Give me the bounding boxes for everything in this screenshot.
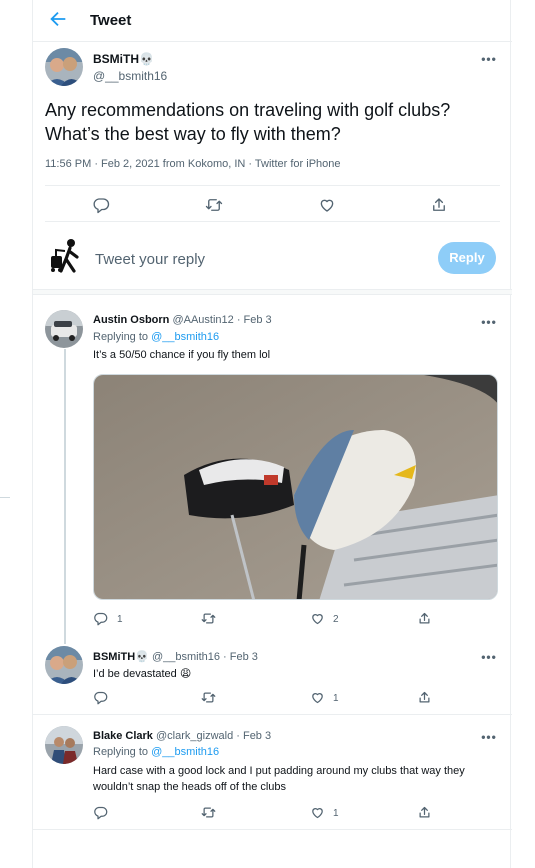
reply-icon[interactable] [93,805,108,820]
replying-to: Replying to @__bsmith16 [93,746,219,758]
more-options-icon[interactable]: ••• [479,731,499,747]
avatar[interactable] [45,48,83,86]
divider [45,185,500,186]
like-count: 2 [333,614,339,625]
share-icon[interactable] [417,690,432,705]
share-icon[interactable] [417,611,432,626]
like-icon[interactable] [310,805,325,820]
top-bar: Tweet [33,0,512,42]
more-options-icon[interactable]: ••• [479,53,499,69]
section-divider [33,289,512,295]
like-count: 1 [333,693,339,704]
avatar[interactable] [45,310,83,348]
replying-to-label: Replying to [93,746,149,758]
share-icon[interactable] [417,805,432,820]
mention-link[interactable]: @__bsmith16 [151,746,219,758]
replying-to: Replying to @__bsmith16 [93,331,219,343]
page-title: Tweet [90,12,132,29]
reply-count: 1 [117,614,123,625]
reply-icon[interactable] [92,196,110,214]
reply-handle-date: @AAustin12 · Feb 3 [172,314,272,326]
reply-author[interactable]: Austin Osborn @AAustin12 · Feb 3 [93,314,272,326]
more-options-icon[interactable]: ••• [479,316,499,332]
avatar[interactable] [45,726,83,764]
reply-author-name: Austin Osborn [93,314,170,326]
reply-text: I’d be devastated 😩 [93,668,192,680]
avatar[interactable] [45,646,83,684]
reply-button[interactable]: Reply [438,242,496,274]
reply-author-name: Blake Clark [93,730,153,742]
retweet-icon[interactable] [205,196,223,214]
traveler-avatar-icon [49,238,83,274]
retweet-icon[interactable] [201,690,216,705]
tweet-meta[interactable]: 11:56 PM · Feb 2, 2021 from Kokomo, IN ·… [45,158,341,170]
share-icon[interactable] [430,196,448,214]
divider [33,829,512,830]
retweet-icon[interactable] [201,805,216,820]
reply-handle-date: @clark_gizwald · Feb 3 [156,730,272,742]
reply-input[interactable]: Tweet your reply [95,251,205,268]
mention-link[interactable]: @__bsmith16 [151,331,219,343]
divider [33,714,512,715]
user-handle[interactable]: @__bsmith16 [93,69,167,83]
like-icon[interactable] [310,690,325,705]
more-options-icon[interactable]: ••• [479,651,499,667]
back-arrow-icon[interactable] [47,8,69,30]
skull-emoji-icon: 💀 [139,52,154,66]
reply-author-name: BSMiTH [93,651,136,663]
reply-photo[interactable] [93,374,498,600]
display-name[interactable]: BSMiTH💀 [93,52,154,66]
replying-to-label: Replying to [93,331,149,343]
tweet-column: Tweet BSMiTH💀 @__bsmith16 ••• Any recomm… [32,0,512,868]
like-icon[interactable] [310,611,325,626]
like-count: 1 [333,808,339,819]
skull-emoji-icon: 💀 [135,651,149,663]
reply-text: Hard case with a good lock and I put pad… [93,765,465,793]
like-icon[interactable] [318,196,336,214]
reply-text: It’s a 50/50 chance if you fly them lol [93,349,271,361]
reply-author[interactable]: Blake Clark @clark_gizwald · Feb 3 [93,730,271,742]
thread-line [64,349,66,644]
reply-author[interactable]: BSMiTH💀 @__bsmith16 · Feb 3 [93,650,258,663]
reply-icon[interactable] [93,611,108,626]
divider [45,221,500,222]
display-name-text: BSMiTH [93,52,139,66]
retweet-icon[interactable] [201,611,216,626]
edge-divider [0,497,10,498]
reply-icon[interactable] [93,690,108,705]
reply-handle-date: @__bsmith16 · Feb 3 [151,651,258,663]
tweet-text: Any recommendations on traveling with go… [45,100,451,144]
